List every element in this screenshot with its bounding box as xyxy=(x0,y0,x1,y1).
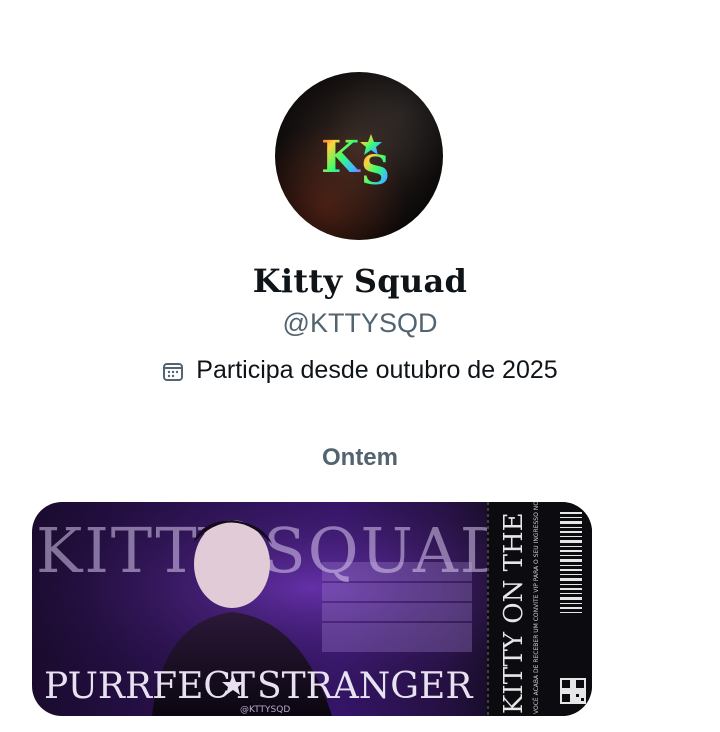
date-separator: Ontem xyxy=(321,444,398,471)
joined-date-row: Participa desde outubro de 2025 xyxy=(0,356,720,385)
banner-text-right: STRANGER xyxy=(257,666,473,707)
shared-image[interactable]: KITTY SQUAD PURRFECT STRANGER @KTTYSQD K… xyxy=(32,502,592,716)
profile-handle: @KTTYSQD xyxy=(282,308,438,338)
svg-text:K: K xyxy=(321,132,361,183)
svg-text:S: S xyxy=(361,147,390,194)
profile-name: Kitty Squad xyxy=(252,262,468,300)
banner-title: KITTY SQUAD xyxy=(36,514,511,587)
banner-watermark: @KTTYSQD xyxy=(240,705,290,715)
calendar-icon xyxy=(163,362,184,381)
qr-code xyxy=(560,678,586,704)
profile-avatar[interactable]: K S xyxy=(275,72,443,240)
joined-date-text: Participa desde outubro de 2025 xyxy=(196,356,558,384)
banner-text-left: PURRFECT xyxy=(44,666,255,707)
ticket-vertical-title: KITTY ON THE STAGE xyxy=(499,502,529,714)
banner-graphic: KITTY SQUAD PURRFECT STRANGER @KTTYSQD K… xyxy=(32,502,592,716)
avatar-logo: K S xyxy=(321,132,390,194)
ticket-fine-print: VOCÊ ACABA DE RECEBER UM CONVITE VIP PAR… xyxy=(532,502,540,714)
